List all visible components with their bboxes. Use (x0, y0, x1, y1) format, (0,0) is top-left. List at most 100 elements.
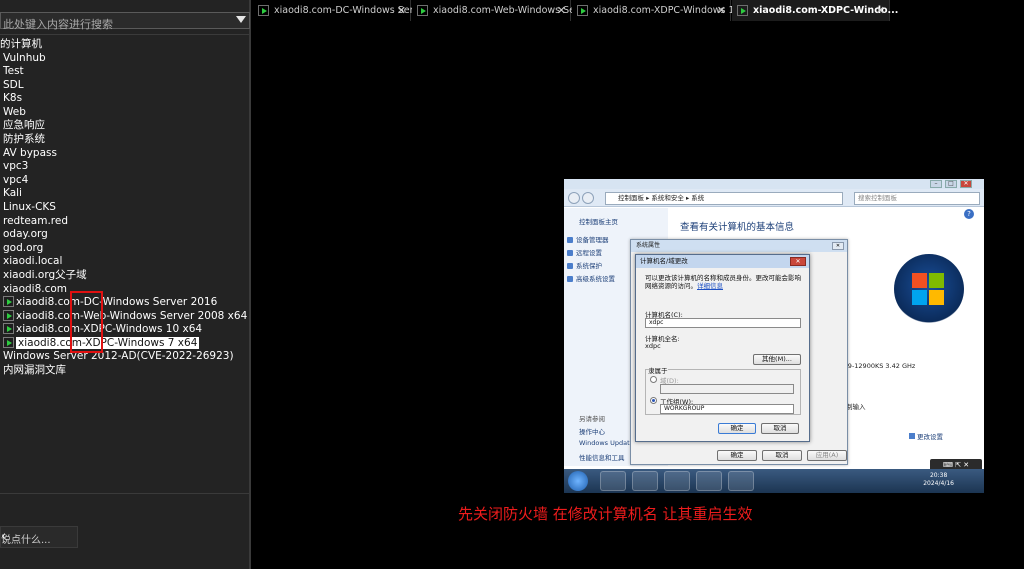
vm-item-label: xiaodi8.com-XDPC-Windows 10 x64 (16, 323, 203, 335)
ok-button[interactable]: 确定 (717, 450, 757, 461)
close-icon[interactable]: ✕ (790, 257, 806, 266)
details-link[interactable]: 详细信息 (697, 282, 723, 290)
start-button[interactable] (568, 471, 588, 491)
tree-group[interactable]: K8s (3, 92, 22, 105)
tree-group[interactable]: vpc4 (3, 174, 28, 187)
vm-item[interactable]: xiaodi8.com-Web-Windows Server 2008 x64 (3, 310, 247, 323)
close-icon[interactable]: ✕ (960, 180, 972, 188)
tree-group[interactable]: Kali (3, 187, 22, 200)
tree-group[interactable]: Vulnhub (3, 52, 46, 65)
cancel-button[interactable]: 取消 (762, 450, 802, 461)
logo-red (912, 273, 927, 288)
tree-group[interactable]: 内网漏洞文库 (3, 364, 66, 377)
tree-group-label: god.org (3, 242, 44, 254)
tree-group[interactable]: vpc3 (3, 160, 28, 173)
tree-group[interactable]: Web (3, 106, 26, 119)
description-text: 可以更改该计算机的名称和成员身份。更改可能会影响网络资源的访问。 (645, 274, 801, 290)
dialog-title-text: 计算机名/域更改 (640, 257, 688, 265)
performance-link[interactable]: 性能信息和工具 (579, 452, 625, 462)
tree-group-label: Web (3, 106, 26, 118)
help-icon[interactable]: ? (964, 209, 974, 219)
tree-group-label: AV bypass (3, 147, 57, 159)
clock-time: 20:38 (929, 472, 948, 479)
tray-clock[interactable]: 20:38 2024/4/16 (923, 472, 954, 488)
library-search-input[interactable] (1, 17, 231, 32)
more-button[interactable]: 其他(M)... (753, 354, 801, 365)
control-panel-search[interactable]: 搜索控制面板 (854, 192, 980, 205)
apply-button[interactable]: 应用(A) (807, 450, 847, 461)
logo-blue (912, 290, 927, 305)
explorer-title-bar: – □ ✕ (564, 179, 984, 189)
tree-group[interactable]: xiaodi.local (3, 255, 62, 268)
remote-settings-link[interactable]: 远程设置 (567, 247, 602, 257)
member-of-label: 隶属于 (648, 365, 668, 375)
tree-root-label: 的计算机 (0, 38, 42, 50)
domain-input[interactable] (660, 384, 794, 394)
vm-item-label: xiaodi8.com-XDPC-Windows 7 x64 (16, 337, 200, 349)
tree-group[interactable]: 应急响应 (3, 119, 45, 132)
close-icon[interactable]: ✕ (717, 0, 726, 21)
control-panel-home-link[interactable]: 控制面板主页 (579, 216, 618, 226)
back-icon[interactable] (568, 192, 580, 204)
comment-bar[interactable]: 说点什么... ‹ (0, 526, 78, 548)
vm-tab[interactable]: xiaodi8.com-Web-Windows Se... ✕ (412, 0, 584, 21)
close-icon[interactable]: ✕ (557, 0, 566, 21)
link-label: 远程设置 (576, 249, 602, 257)
tree-group-label: 内网漏洞文库 (3, 364, 66, 376)
search-dropdown-icon[interactable] (236, 16, 246, 23)
vm-tab[interactable]: xiaodi8.com-XDPC-Windows 1... ✕ (572, 0, 744, 21)
change-settings-link[interactable]: 更改设置 (909, 431, 943, 441)
advanced-settings-link[interactable]: 高级系统设置 (567, 273, 615, 283)
tree-group[interactable]: SDL (3, 79, 24, 92)
tree-group[interactable]: god.org (3, 242, 43, 255)
device-manager-link[interactable]: 设备管理器 (567, 234, 609, 244)
maximize-icon[interactable]: □ (945, 180, 957, 188)
explorer-icon[interactable] (632, 471, 658, 491)
vm-console[interactable]: – □ ✕ 控制面板 ▸ 系统和安全 ▸ 系统 搜索控制面板 控制面板主页 设备… (564, 179, 984, 493)
tree-group-label: xiaodi8.com (3, 283, 68, 295)
cancel-button[interactable]: 取消 (761, 423, 799, 434)
workgroup-input[interactable]: WORKGROUP (660, 404, 794, 414)
control-panel-icon[interactable] (696, 471, 722, 491)
action-center-link[interactable]: 操作中心 (579, 426, 605, 436)
tree-group[interactable]: Linux-CKS (3, 201, 56, 214)
vm-tab[interactable]: xiaodi8.com-DC-Windows Ser... ✕ (253, 0, 422, 21)
tree-group[interactable]: oday.org (3, 228, 48, 241)
domain-radio[interactable] (650, 376, 657, 383)
vm-running-icon (3, 323, 14, 334)
tree-group[interactable]: xiaodi.org父子域 (3, 269, 87, 282)
system-icon[interactable] (728, 471, 754, 491)
system-protection-link[interactable]: 系统保护 (567, 260, 602, 270)
computer-name-input[interactable]: xdpc (645, 318, 801, 328)
ie-icon[interactable] (600, 471, 626, 491)
library-search-box[interactable] (0, 12, 250, 32)
tree-root[interactable]: 的计算机 (0, 38, 42, 51)
media-player-icon[interactable] (664, 471, 690, 491)
vm-tree: 的计算机 Vulnhub Test SDL K8s Web 应急响应 防护系统 … (0, 34, 250, 494)
member-of-group: 域(D): 工作组(W): WORKGROUP (645, 369, 801, 415)
tree-group[interactable]: redteam.red (3, 215, 68, 228)
address-bar[interactable]: 控制面板 ▸ 系统和安全 ▸ 系统 (605, 192, 843, 205)
workgroup-radio[interactable] (650, 397, 657, 404)
tree-group-label: 防护系统 (3, 133, 45, 145)
minimize-icon[interactable]: – (930, 180, 942, 188)
vm-item-label: xiaodi8.com-Web-Windows Server 2008 x64 (16, 310, 248, 322)
close-icon[interactable]: ✕ (832, 242, 844, 250)
tree-group[interactable]: AV bypass (3, 147, 57, 160)
forward-icon[interactable] (582, 192, 594, 204)
tree-group[interactable]: xiaodi8.com (3, 283, 67, 296)
ok-button[interactable]: 确定 (718, 423, 756, 434)
collapse-chevron-icon[interactable]: ‹ (1, 529, 71, 544)
vm-item[interactable]: xiaodi8.com-DC-Windows Server 2016 (3, 296, 217, 309)
vm-tab-active[interactable]: xiaodi8.com-XDPC-Windo... ✕ (732, 0, 898, 21)
vm-tab-icon (577, 5, 588, 16)
close-icon[interactable]: ✕ (397, 0, 406, 21)
cpu-info: i9-12900KS 3.42 GHz (846, 362, 916, 370)
tree-group[interactable]: Test (3, 65, 24, 78)
vm-tab-icon (258, 5, 269, 16)
tree-group[interactable]: Windows Server 2012-AD(CVE-2022-26923) (3, 350, 234, 363)
tree-group[interactable]: 防护系统 (3, 133, 45, 146)
close-icon[interactable]: ✕ (876, 0, 885, 21)
windows-update-link[interactable]: Windows Update (579, 439, 634, 447)
tree-group-label: oday.org (3, 228, 48, 240)
